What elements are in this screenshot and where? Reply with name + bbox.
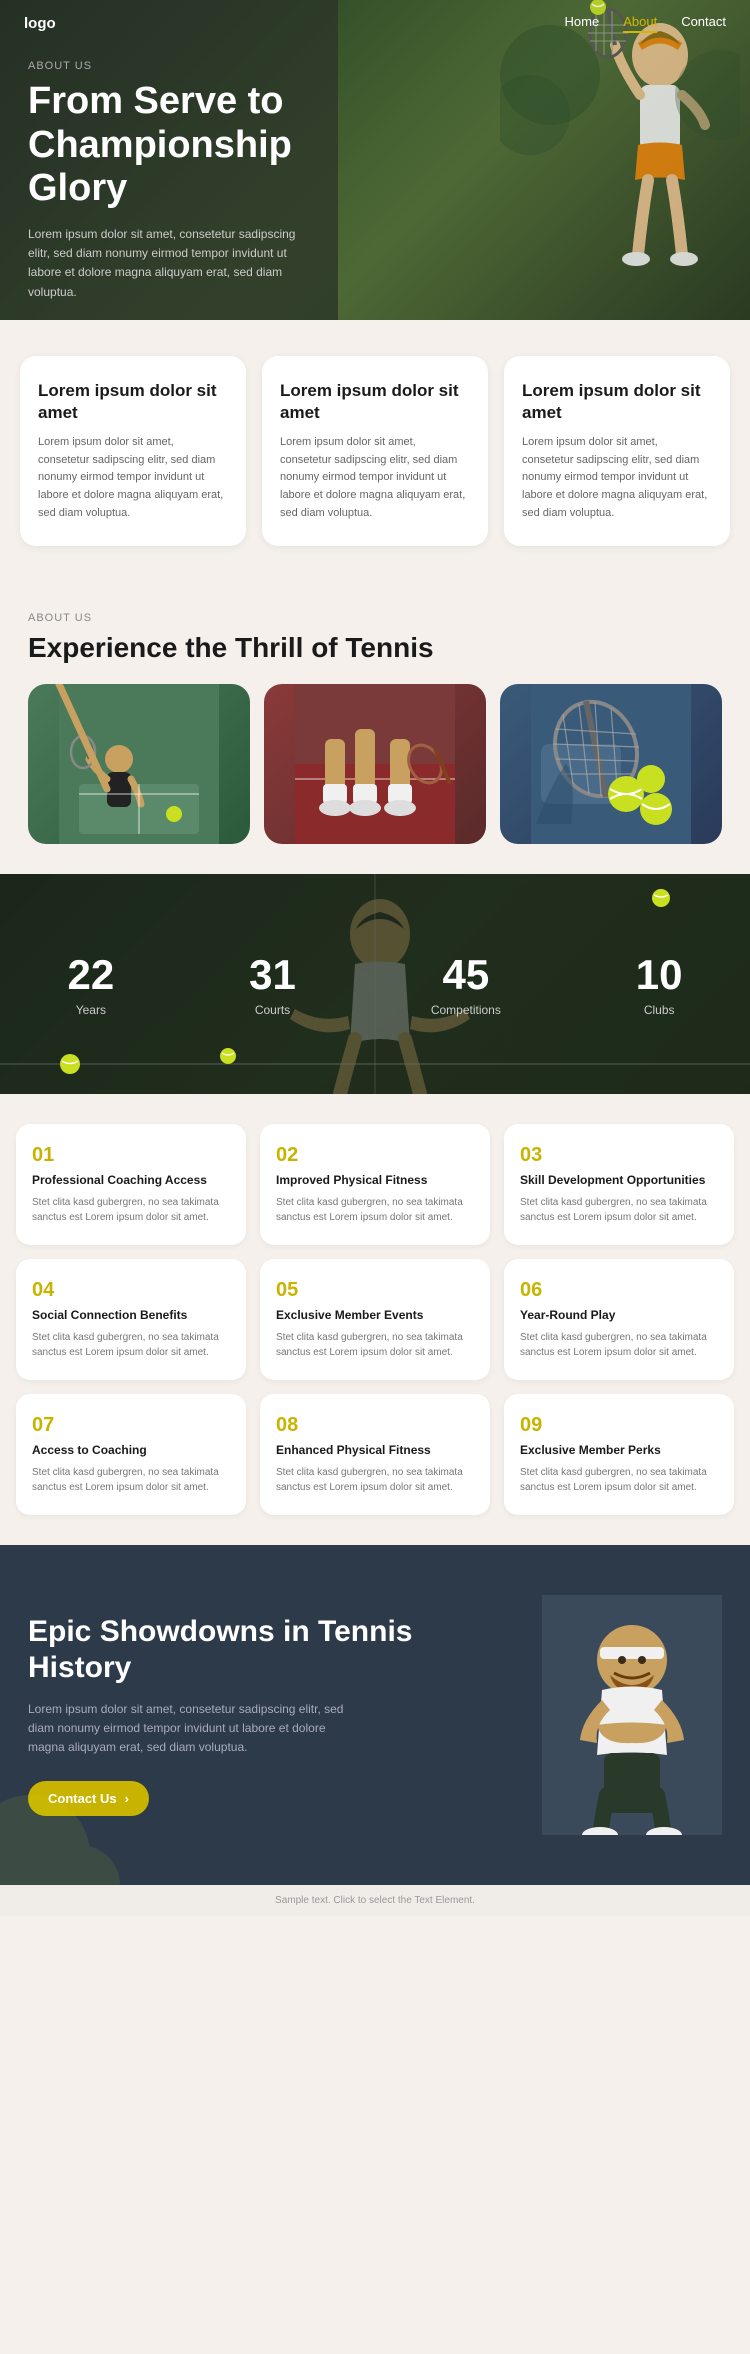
tennis-ball-deco-3 (652, 889, 670, 907)
photo-2-image (264, 684, 486, 844)
card-3: Lorem ipsum dolor sit amet Lorem ipsum d… (504, 356, 730, 546)
benefit-08: 08 Enhanced Physical Fitness Stet clita … (260, 1394, 490, 1515)
photos-grid (28, 684, 722, 844)
benefit-09-num: 09 (520, 1414, 718, 1437)
benefit-04-text: Stet clita kasd gubergren, no sea takima… (32, 1330, 230, 1360)
stat-clubs-number: 10 (636, 951, 683, 999)
benefit-01-text: Stet clita kasd gubergren, no sea takima… (32, 1195, 230, 1225)
benefit-07: 07 Access to Coaching Stet clita kasd gu… (16, 1394, 246, 1515)
benefits-grid: 01 Professional Coaching Access Stet cli… (16, 1124, 734, 1515)
logo: logo (24, 15, 56, 32)
benefit-01-title: Professional Coaching Access (32, 1173, 230, 1187)
card-3-title: Lorem ipsum dolor sit amet (522, 380, 712, 424)
stats-section: 22 Years 31 Courts 45 Competitions 10 Cl… (0, 874, 750, 1094)
tennis-ball-deco-1 (60, 1054, 80, 1074)
benefits-section: 01 Professional Coaching Access Stet cli… (0, 1094, 750, 1545)
benefit-03: 03 Skill Development Opportunities Stet … (504, 1124, 734, 1245)
benefit-02-title: Improved Physical Fitness (276, 1173, 474, 1187)
benefit-06: 06 Year-Round Play Stet clita kasd guber… (504, 1259, 734, 1380)
nav-links: Home About Contact (565, 14, 726, 33)
stat-years: 22 Years (67, 951, 114, 1017)
benefit-09: 09 Exclusive Member Perks Stet clita kas… (504, 1394, 734, 1515)
hero-section: logo Home About Contact ABOUT US From Se… (0, 0, 750, 320)
benefit-08-title: Enhanced Physical Fitness (276, 1443, 474, 1457)
cta-bg-deco (0, 1685, 200, 1885)
benefit-02-num: 02 (276, 1144, 474, 1167)
nav-home[interactable]: Home (565, 14, 600, 33)
hero-title: From Serve to Championship Glory (28, 80, 312, 211)
stat-competitions-label: Competitions (431, 1003, 501, 1017)
benefit-06-title: Year-Round Play (520, 1308, 718, 1322)
benefit-01-num: 01 (32, 1144, 230, 1167)
benefit-06-num: 06 (520, 1279, 718, 1302)
benefit-08-num: 08 (276, 1414, 474, 1437)
benefit-07-title: Access to Coaching (32, 1443, 230, 1457)
benefit-04: 04 Social Connection Benefits Stet clita… (16, 1259, 246, 1380)
benefit-05-num: 05 (276, 1279, 474, 1302)
benefit-01: 01 Professional Coaching Access Stet cli… (16, 1124, 246, 1245)
stat-competitions: 45 Competitions (431, 951, 501, 1017)
photo-3-image (500, 684, 722, 844)
card-1: Lorem ipsum dolor sit amet Lorem ipsum d… (20, 356, 246, 546)
stat-clubs-label: Clubs (636, 1003, 683, 1017)
hero-label: ABOUT US (28, 60, 312, 72)
stat-years-label: Years (67, 1003, 114, 1017)
benefit-05: 05 Exclusive Member Events Stet clita ka… (260, 1259, 490, 1380)
benefit-05-title: Exclusive Member Events (276, 1308, 474, 1322)
about-label: ABOUT US (28, 612, 722, 624)
tennis-ball-deco-2 (220, 1048, 236, 1064)
stat-years-number: 22 (67, 951, 114, 999)
benefit-05-text: Stet clita kasd gubergren, no sea takima… (276, 1330, 474, 1360)
hero-desc: Lorem ipsum dolor sit amet, consetetur s… (28, 225, 308, 302)
photo-1 (28, 684, 250, 844)
stat-competitions-number: 45 (431, 951, 501, 999)
benefit-07-text: Stet clita kasd gubergren, no sea takima… (32, 1465, 230, 1495)
cards-grid: Lorem ipsum dolor sit amet Lorem ipsum d… (20, 356, 730, 546)
benefit-03-num: 03 (520, 1144, 718, 1167)
benefit-04-title: Social Connection Benefits (32, 1308, 230, 1322)
cta-title: Epic Showdowns in Tennis History (28, 1614, 522, 1686)
stat-courts-number: 31 (249, 951, 296, 999)
benefit-04-num: 04 (32, 1279, 230, 1302)
benefit-09-text: Stet clita kasd gubergren, no sea takima… (520, 1465, 718, 1495)
card-2: Lorem ipsum dolor sit amet Lorem ipsum d… (262, 356, 488, 546)
card-1-text: Lorem ipsum dolor sit amet, consetetur s… (38, 434, 228, 522)
photo-1-image (28, 684, 250, 844)
benefit-06-text: Stet clita kasd gubergren, no sea takima… (520, 1330, 718, 1360)
cta-section: Epic Showdowns in Tennis History Lorem i… (0, 1545, 750, 1885)
card-2-title: Lorem ipsum dolor sit amet (280, 380, 470, 424)
photo-3 (500, 684, 722, 844)
about-section: ABOUT US Experience the Thrill of Tennis (0, 582, 750, 874)
about-title: Experience the Thrill of Tennis (28, 632, 722, 664)
stat-courts: 31 Courts (249, 951, 296, 1017)
stat-courts-label: Courts (249, 1003, 296, 1017)
nav-contact[interactable]: Contact (681, 14, 726, 33)
benefit-08-text: Stet clita kasd gubergren, no sea takima… (276, 1465, 474, 1495)
cta-person-image (542, 1595, 722, 1835)
card-1-title: Lorem ipsum dolor sit amet (38, 380, 228, 424)
benefit-07-num: 07 (32, 1414, 230, 1437)
hero-player-image (500, 0, 740, 320)
benefit-02: 02 Improved Physical Fitness Stet clita … (260, 1124, 490, 1245)
benefit-02-text: Stet clita kasd gubergren, no sea takima… (276, 1195, 474, 1225)
card-3-text: Lorem ipsum dolor sit amet, consetetur s… (522, 434, 712, 522)
footer-sample-text: Sample text. Click to select the Text El… (0, 1885, 750, 1916)
navbar: logo Home About Contact (0, 0, 750, 47)
benefit-03-title: Skill Development Opportunities (520, 1173, 718, 1187)
nav-about[interactable]: About (623, 14, 657, 33)
photo-2 (264, 684, 486, 844)
hero-content: ABOUT US From Serve to Championship Glor… (0, 0, 340, 320)
stat-clubs: 10 Clubs (636, 951, 683, 1017)
benefit-03-text: Stet clita kasd gubergren, no sea takima… (520, 1195, 718, 1225)
benefit-09-title: Exclusive Member Perks (520, 1443, 718, 1457)
cards-section: Lorem ipsum dolor sit amet Lorem ipsum d… (0, 320, 750, 582)
card-2-text: Lorem ipsum dolor sit amet, consetetur s… (280, 434, 470, 522)
cta-player-svg (542, 1595, 722, 1835)
